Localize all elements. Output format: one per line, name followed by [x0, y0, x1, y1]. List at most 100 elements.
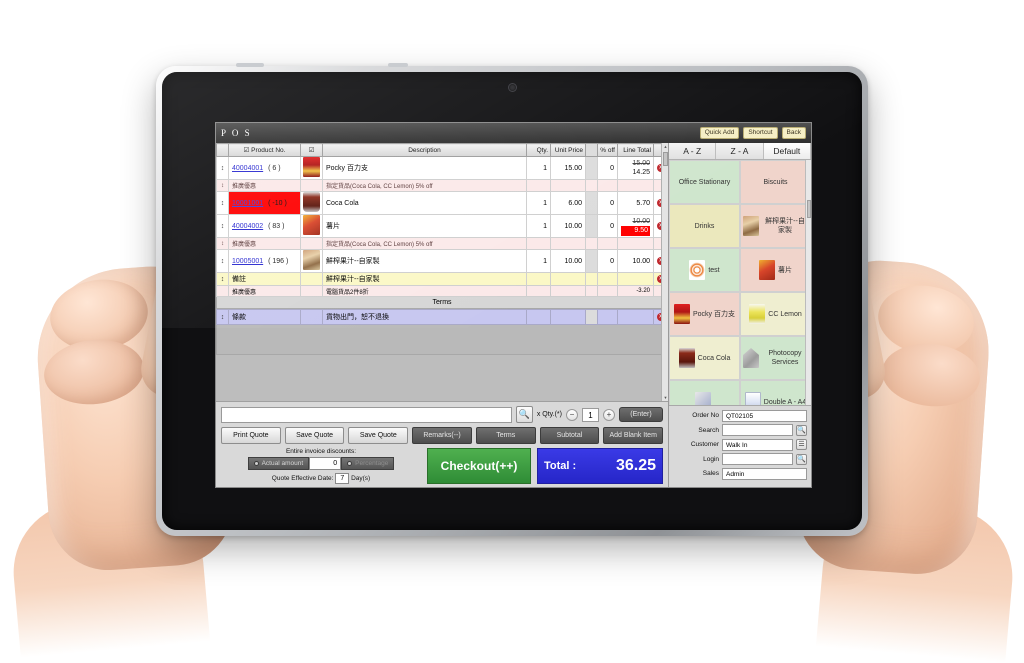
row-unit-price[interactable]: 15.00 [550, 156, 586, 180]
row-drag-handle[interactable]: ↕ [216, 156, 229, 180]
table-row[interactable]: ↕ 推廣優惠 指定貨品(Coca Cola, CC Lemon) 5% off [216, 179, 668, 192]
qty-value[interactable]: 1 [582, 407, 599, 422]
product-tile-test[interactable]: test [669, 248, 740, 292]
product-tile-coca-cola[interactable]: Coca Cola [669, 336, 740, 380]
scroll-up-icon[interactable]: ▲ [663, 144, 668, 149]
note-description[interactable]: 鮮榨果汁--自家製 [322, 272, 527, 286]
subtotal-button[interactable]: Subtotal [539, 427, 600, 444]
row-drag-handle[interactable]: ↕ [216, 214, 229, 238]
row-qty[interactable]: 1 [526, 214, 551, 238]
product-tile-photocopy[interactable]: Photocopy Services [740, 336, 811, 380]
terms-button[interactable]: Terms [475, 427, 536, 444]
product-grid-scrollbar[interactable] [805, 160, 811, 405]
row-description[interactable]: 鮮榨果汁--自家製 [322, 249, 527, 273]
row-pct-off[interactable]: 0 [597, 249, 618, 273]
product-tile-cc-lemon[interactable]: CC Lemon [740, 292, 811, 336]
tab-sort-az[interactable]: A - Z [669, 143, 717, 159]
row-drag-handle[interactable]: ↕ [216, 191, 229, 215]
col-unit-price[interactable]: Unit Price [550, 143, 586, 157]
tab-sort-za[interactable]: Z - A [716, 143, 764, 159]
product-no-link[interactable]: 10005001 [232, 258, 263, 265]
row-description[interactable]: Pocky 百力支 [322, 156, 527, 180]
col-product-no[interactable]: ☑ Product No. [228, 143, 301, 157]
product-tile-pen[interactable] [669, 380, 740, 405]
tab-sort-default[interactable]: Default [763, 143, 811, 159]
discount-value-input[interactable]: 0 [309, 457, 342, 470]
row-unit-price[interactable]: 6.00 [550, 191, 586, 215]
row-product-no-cell[interactable]: 40004001 ( 6 ) [228, 156, 301, 180]
product-tile-chips[interactable]: 薯片 [740, 248, 811, 292]
search-icon[interactable]: 🔍 [796, 424, 807, 436]
login-search-icon[interactable]: 🔍 [796, 453, 807, 465]
qty-decrement-button[interactable]: − [566, 408, 578, 421]
product-no-link[interactable]: 40004001 [232, 165, 263, 172]
scrollbar-thumb[interactable] [807, 200, 811, 218]
row-pct-off[interactable]: 0 [597, 156, 618, 180]
search-field[interactable] [722, 424, 793, 436]
product-no-link[interactable]: 40004002 [232, 223, 263, 230]
row-qty[interactable]: 1 [526, 249, 551, 273]
row-drag-handle[interactable]: ↕ [216, 179, 229, 192]
product-tile-fresh-juice[interactable]: 鮮榨果汁--自家製 [740, 204, 811, 248]
table-row[interactable]: ↕ 10005001 ( 196 ) 鮮榨果汁--自家製 1 10.00 0 1… [216, 249, 668, 273]
back-button[interactable]: Back [781, 127, 806, 139]
row-product-no-cell[interactable]: 10005001 ( 196 ) [228, 249, 301, 273]
table-row[interactable]: ↕ 備註 鮮榨果汁--自家製 [216, 272, 668, 286]
col-description[interactable]: Description [322, 143, 527, 157]
row-description[interactable]: Coca Cola [322, 191, 527, 215]
product-no-link[interactable]: 10001001 [232, 200, 263, 207]
product-tile-double-a-a4[interactable]: Double A - A4 [740, 380, 811, 405]
quick-add-button[interactable]: Quick Add [699, 127, 740, 139]
product-tile-drinks[interactable]: Drinks [669, 204, 740, 248]
row-drag-handle[interactable]: ↕ [216, 237, 229, 250]
row-unit-price[interactable]: 10.00 [550, 214, 586, 238]
add-blank-item-button[interactable]: Add Blank Item [603, 427, 664, 444]
row-pct-off[interactable]: 0 [597, 191, 618, 215]
row-product-no-cell[interactable]: 40004002 ( 83 ) [228, 214, 301, 238]
save-quote-button-1[interactable]: Save Quote [284, 427, 345, 444]
remarks-button[interactable]: Remarks(--) [412, 427, 472, 444]
order-no-field[interactable]: QT02105 [722, 409, 807, 422]
actual-amount-radio[interactable]: Actual amount [247, 457, 310, 470]
line-items-scrollbar[interactable]: ▲ ▼ [661, 143, 668, 401]
power-button[interactable] [388, 63, 408, 67]
search-icon[interactable]: 🔍 [515, 406, 533, 423]
col-qty[interactable]: Qty. [526, 143, 551, 157]
row-drag-handle[interactable]: ↕ [216, 272, 229, 286]
checkout-button[interactable]: Checkout(++) [427, 448, 531, 484]
product-tile-biscuits[interactable]: Biscuits [740, 160, 811, 204]
row-description[interactable]: 薯片 [322, 214, 527, 238]
print-quote-button[interactable]: Print Quote [221, 427, 281, 444]
row-pct-off[interactable]: 0 [597, 214, 618, 238]
table-row[interactable]: 推廣優惠 電腦貨品2件8折 -3.20 [216, 285, 668, 297]
product-tile-pocky[interactable]: Pocky 百力支 [669, 292, 740, 336]
shortcut-button[interactable]: Shortcut [743, 127, 778, 139]
col-image[interactable]: ☑ [300, 143, 323, 157]
login-field[interactable] [722, 453, 793, 465]
header-checkbox-icon[interactable]: ☑ [244, 147, 250, 154]
terms-row-text[interactable]: 貨物出門，恕不退換 [322, 309, 527, 325]
table-row[interactable]: ↕ 推廣優惠 指定貨品(Coca Cola, CC Lemon) 5% off [216, 237, 668, 250]
row-unit-price[interactable]: 10.00 [550, 249, 586, 273]
table-row[interactable]: ↕ 10001001 ( -10 ) Coca Cola 1 6.00 0 5.… [216, 191, 668, 215]
scrollbar-thumb[interactable] [663, 152, 668, 166]
enter-button[interactable]: (Enter) [619, 407, 663, 422]
volume-button[interactable] [236, 63, 264, 67]
col-pct-off[interactable]: % off [597, 143, 618, 157]
table-row[interactable]: ↕ 40004001 ( 6 ) Pocky 百力支 1 15.00 0 15.… [216, 156, 668, 180]
quote-effective-days-input[interactable]: 7 [335, 473, 350, 484]
row-drag-handle[interactable]: ↕ [216, 309, 229, 325]
table-row[interactable]: ↕ 條款 貨物出門，恕不退換 [216, 309, 668, 325]
row-qty[interactable]: 1 [526, 191, 551, 215]
qty-increment-button[interactable]: + [603, 408, 615, 421]
search-input[interactable] [221, 406, 512, 423]
table-row[interactable]: ↕ 40004002 ( 83 ) 薯片 1 10.00 0 10.00 9.5… [216, 214, 668, 238]
customer-field[interactable]: Walk In [722, 438, 793, 451]
row-product-no-cell-selected[interactable]: 10001001 ( -10 ) [228, 191, 301, 215]
product-tile-office-stationary[interactable]: Office Stationary [669, 160, 740, 204]
row-drag-handle[interactable]: ↕ [216, 249, 229, 273]
scroll-down-icon[interactable]: ▼ [663, 395, 668, 400]
col-line-total[interactable]: Line Total [617, 143, 654, 157]
customer-list-icon[interactable]: ☰ [796, 439, 807, 450]
sales-field[interactable]: Admin [722, 467, 807, 480]
